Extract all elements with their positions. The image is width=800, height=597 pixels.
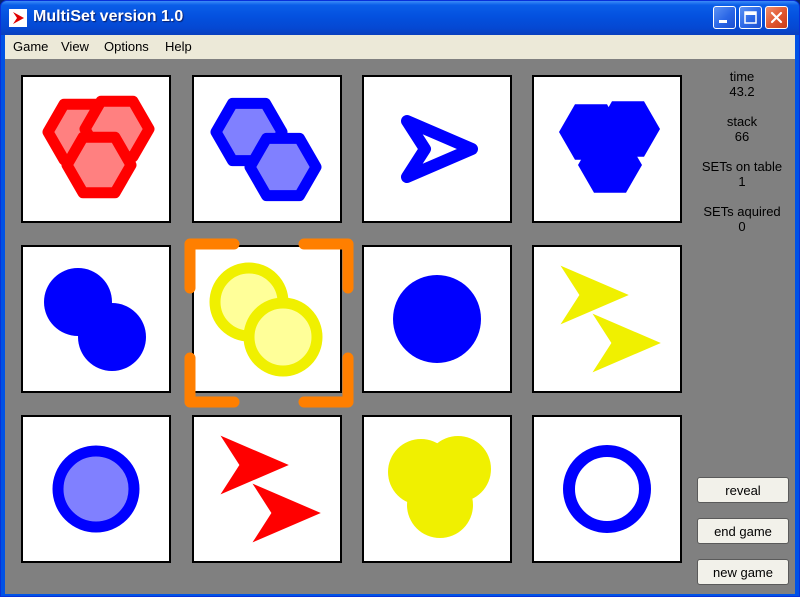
- end-game-button[interactable]: end game: [697, 518, 789, 544]
- blue-circle-symbol: [393, 275, 481, 363]
- menu-options[interactable]: Options: [104, 39, 149, 54]
- stat-stack-value: 66: [734, 129, 750, 144]
- red-hexagon-symbol: [61, 131, 137, 199]
- blue-arrow-symbol: [401, 115, 478, 183]
- card-10[interactable]: [192, 415, 342, 563]
- title-bar[interactable]: MultiSet version 1.0: [1, 1, 799, 35]
- close-icon: [770, 11, 783, 24]
- blue-circle-symbol: [78, 303, 146, 371]
- card-11[interactable]: [362, 415, 512, 563]
- maximize-icon: [744, 11, 757, 24]
- stat-time: time 43.2: [697, 69, 787, 99]
- card-9[interactable]: [21, 415, 171, 563]
- new-game-button[interactable]: new game: [697, 559, 789, 585]
- selection-marker: [184, 238, 354, 408]
- stat-sets-acquired-label: SETs aquired: [703, 204, 781, 219]
- stat-sets-on-table: SETs on table 1: [697, 159, 787, 189]
- card-1[interactable]: [21, 75, 171, 223]
- menu-view[interactable]: View: [61, 39, 89, 54]
- card-5[interactable]: [21, 245, 171, 393]
- stat-sets-on-table-label: SETs on table: [701, 159, 783, 174]
- stat-sets-acquired: SETs aquired 0: [697, 204, 787, 234]
- card-4[interactable]: [532, 75, 682, 223]
- maximize-button[interactable]: [739, 6, 762, 29]
- red-arrow-symbol: [252, 483, 321, 543]
- card-2[interactable]: [192, 75, 342, 223]
- yellow-circle-symbol: [407, 472, 473, 538]
- stat-time-label: time: [729, 69, 755, 84]
- game-table: time 43.2 stack 66 SETs on table 1 SETs …: [5, 59, 795, 594]
- blue-circle-symbol: [563, 445, 651, 533]
- close-button[interactable]: [765, 6, 788, 29]
- menu-bar: Game View Options Help: [5, 35, 795, 59]
- stat-sets-acquired-value: 0: [738, 219, 746, 234]
- menu-help[interactable]: Help: [165, 39, 192, 54]
- window-title: MultiSet version 1.0: [33, 8, 184, 25]
- minimize-button[interactable]: [713, 6, 736, 29]
- menu-game[interactable]: Game: [13, 39, 48, 54]
- stat-stack-label: stack: [726, 114, 758, 129]
- blue-hexagon-symbol: [244, 132, 322, 202]
- card-3[interactable]: [362, 75, 512, 223]
- stat-stack: stack 66: [697, 114, 787, 144]
- reveal-button[interactable]: reveal: [697, 477, 789, 503]
- stat-time-value: 43.2: [729, 84, 755, 99]
- blue-circle-symbol: [52, 445, 140, 533]
- app-icon[interactable]: [9, 9, 27, 27]
- card-8[interactable]: [532, 245, 682, 393]
- minimize-icon: [719, 20, 727, 23]
- card-7[interactable]: [362, 245, 512, 393]
- card-12[interactable]: [532, 415, 682, 563]
- yellow-arrow-symbol: [592, 313, 661, 373]
- stat-sets-on-table-value: 1: [738, 174, 746, 189]
- app-window: MultiSet version 1.0 Game View Options H…: [0, 0, 800, 597]
